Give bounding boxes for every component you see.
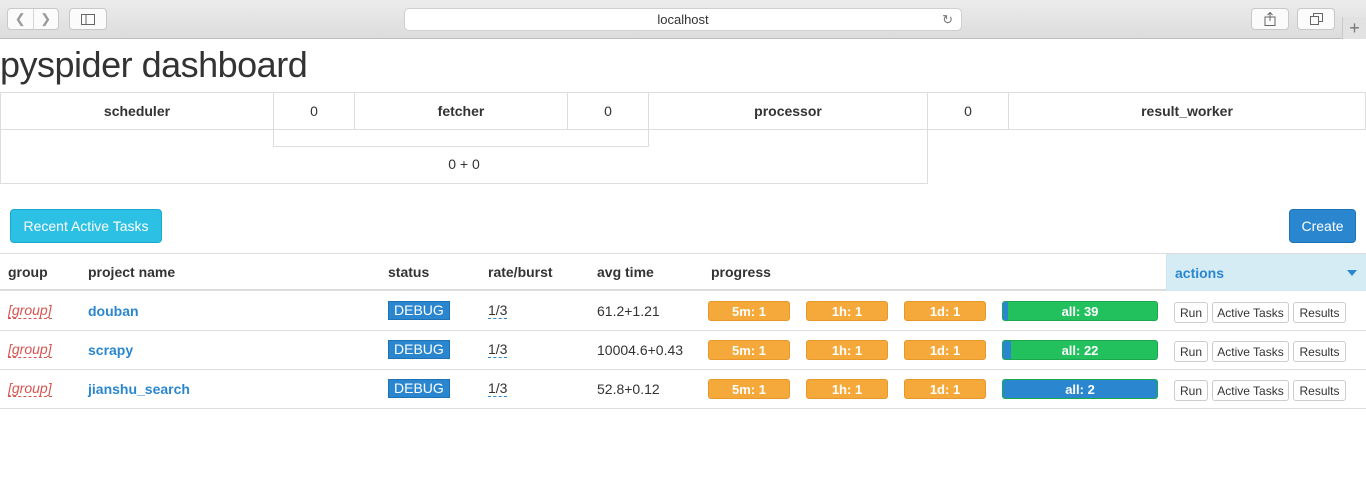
queue-status-table: scheduler 0 fetcher 0 processor 0 result…: [0, 92, 1366, 184]
project-avg-time: 61.2+1.21: [597, 303, 660, 319]
queue-fetcher-to-processor: 0: [567, 92, 649, 130]
tabs-icon: [1309, 13, 1323, 25]
progress-1h: 1h: 1: [806, 340, 888, 360]
create-button[interactable]: Create: [1289, 209, 1356, 243]
progress-1d: 1d: 1: [904, 379, 986, 399]
run-button[interactable]: Run: [1174, 341, 1208, 362]
progress-all-label: all: 2: [1065, 381, 1095, 397]
header-rate-burst[interactable]: rate/burst: [488, 254, 553, 290]
header-actions[interactable]: actions: [1166, 254, 1366, 291]
header-group[interactable]: group: [8, 254, 48, 290]
caret-down-icon[interactable]: [1347, 270, 1357, 276]
url-text: localhost: [657, 12, 709, 27]
queue-processor-to-result: 0: [927, 92, 1009, 130]
chevron-right-icon[interactable]: ❯: [34, 9, 59, 29]
progress-1d: 1d: 1: [904, 340, 986, 360]
project-name-link[interactable]: douban: [88, 303, 139, 319]
project-status[interactable]: DEBUG: [388, 340, 450, 359]
header-project-name[interactable]: project name: [88, 254, 175, 290]
queue-result-worker-label: result_worker: [1008, 92, 1366, 130]
nav-buttons: ❮ ❯: [7, 8, 59, 30]
plus-icon[interactable]: +: [1342, 17, 1366, 39]
progress-all: all: 2: [1002, 379, 1158, 399]
progress-all-fill: [1003, 302, 1008, 320]
project-group[interactable]: [group]: [8, 381, 52, 397]
header-progress[interactable]: progress: [711, 254, 771, 290]
share-icon: [1264, 12, 1276, 26]
progress-1h: 1h: 1: [806, 379, 888, 399]
tabs-button[interactable]: [1297, 8, 1335, 30]
header-avg-time[interactable]: avg time: [597, 254, 654, 290]
table-row: [group] scrapy DEBUG 1/3 10004.6+0.43 5m…: [0, 331, 1366, 370]
table-row: [group] jianshu_search DEBUG 1/3 52.8+0.…: [0, 370, 1366, 409]
run-button[interactable]: Run: [1174, 302, 1208, 323]
sidebar-button[interactable]: [69, 8, 107, 30]
progress-5m: 5m: 1: [708, 379, 790, 399]
progress-all-label: all: 22: [1061, 342, 1099, 358]
table-row: [group] douban DEBUG 1/3 61.2+1.21 5m: 1…: [0, 292, 1366, 331]
project-avg-time: 10004.6+0.43: [597, 342, 684, 358]
page-title: pyspider dashboard: [0, 44, 308, 85]
sidebar-icon: [81, 13, 95, 25]
queue-divider: [273, 129, 649, 147]
chevron-left-icon[interactable]: ❮: [8, 9, 34, 29]
progress-1h: 1h: 1: [806, 301, 888, 321]
project-group[interactable]: [group]: [8, 303, 52, 319]
share-button[interactable]: [1251, 8, 1289, 30]
active-tasks-button[interactable]: Active Tasks: [1212, 302, 1289, 323]
browser-toolbar: ❮ ❯ localhost ↻ +: [0, 0, 1366, 39]
progress-all: all: 39: [1002, 301, 1158, 321]
active-tasks-button[interactable]: Active Tasks: [1212, 341, 1289, 362]
queue-scheduler-label: scheduler: [0, 92, 274, 130]
queue-scheduler-to-fetcher: 0: [273, 92, 355, 130]
results-button[interactable]: Results: [1293, 380, 1346, 401]
progress-1d: 1d: 1: [904, 301, 986, 321]
project-avg-time: 52.8+0.12: [597, 381, 660, 397]
project-rate-burst[interactable]: 1/3: [488, 342, 508, 358]
run-button[interactable]: Run: [1174, 380, 1208, 401]
queue-fetcher-label: fetcher: [354, 92, 568, 130]
header-actions-label: actions: [1175, 265, 1225, 281]
progress-5m: 5m: 1: [708, 340, 790, 360]
project-rate-burst[interactable]: 1/3: [488, 381, 508, 397]
results-button[interactable]: Results: [1293, 302, 1346, 323]
progress-all-label: all: 39: [1061, 303, 1099, 319]
results-button[interactable]: Results: [1293, 341, 1346, 362]
project-name-link[interactable]: scrapy: [88, 342, 133, 358]
queue-processor-label: processor: [648, 92, 928, 130]
table-header-row: group project name status rate/burst avg…: [0, 253, 1366, 291]
reload-icon[interactable]: ↻: [942, 12, 953, 28]
address-bar[interactable]: localhost ↻: [404, 8, 962, 31]
progress-all-fill: [1003, 341, 1011, 359]
progress-5m: 5m: 1: [708, 301, 790, 321]
project-rate-burst[interactable]: 1/3: [488, 303, 508, 319]
active-tasks-button[interactable]: Active Tasks: [1212, 380, 1289, 401]
progress-all: all: 22: [1002, 340, 1158, 360]
project-status[interactable]: DEBUG: [388, 379, 450, 398]
project-name-link[interactable]: jianshu_search: [88, 381, 190, 397]
recent-active-tasks-button[interactable]: Recent Active Tasks: [10, 209, 162, 243]
project-status[interactable]: DEBUG: [388, 301, 450, 320]
project-group[interactable]: [group]: [8, 342, 52, 358]
header-status[interactable]: status: [388, 254, 429, 290]
